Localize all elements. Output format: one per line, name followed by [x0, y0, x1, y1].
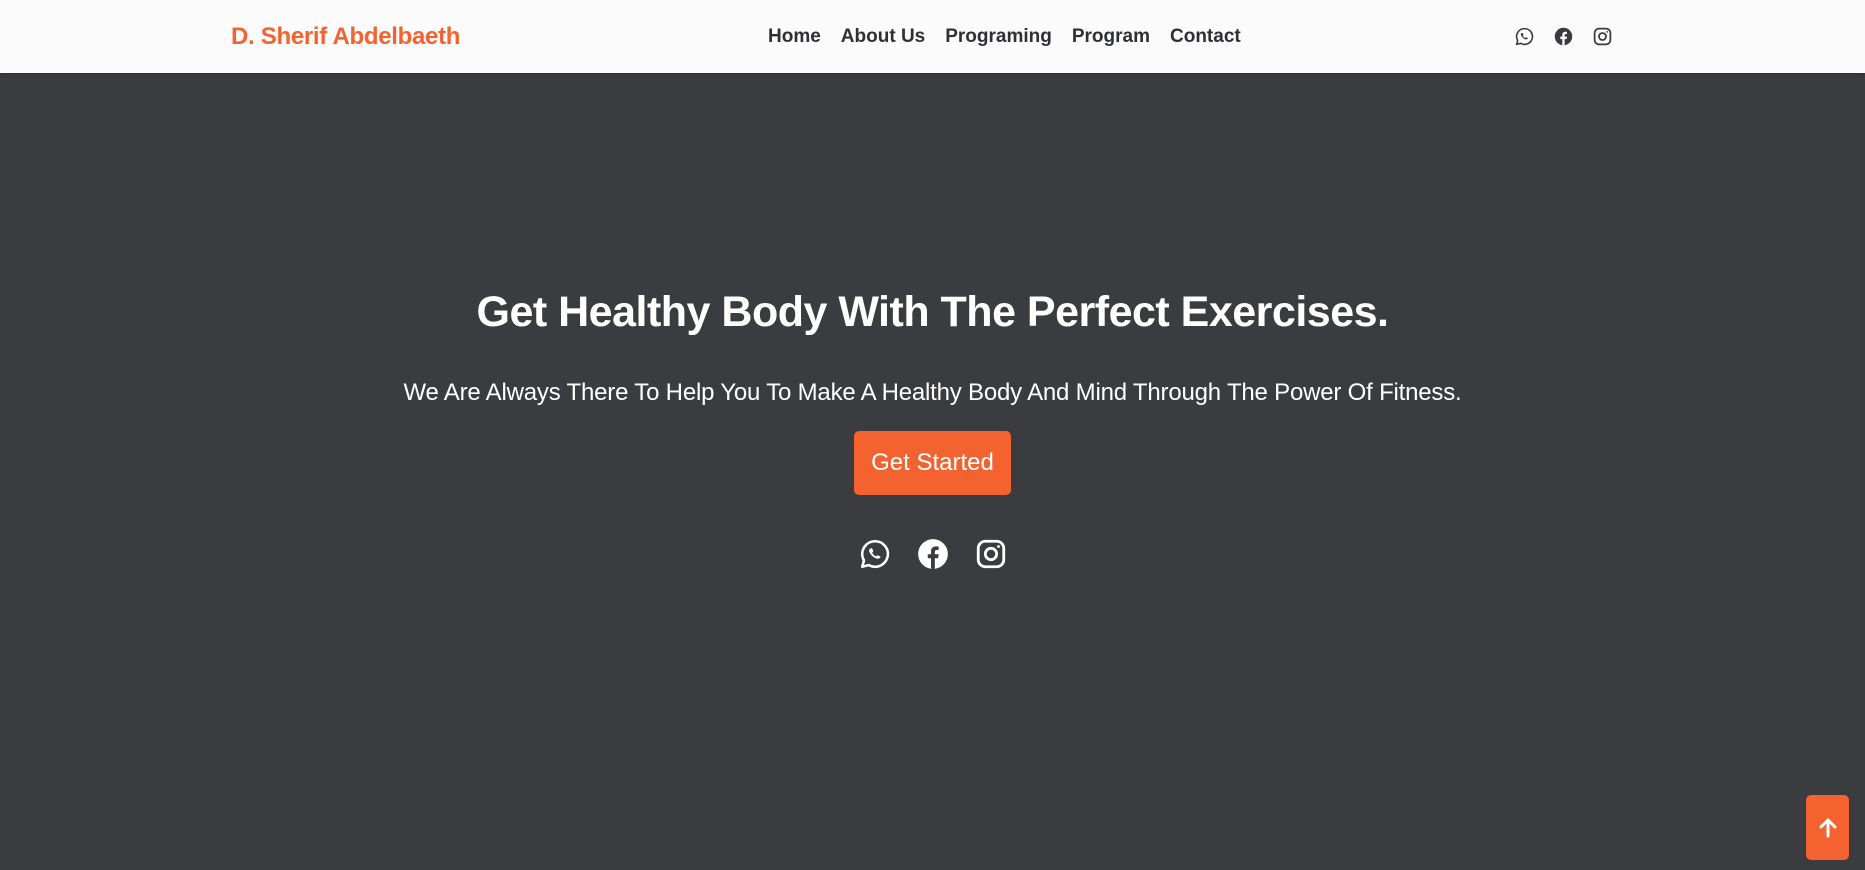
nav-about-us[interactable]: About Us [841, 26, 925, 48]
navbar: D. Sherif Abdelbaeth Home About Us Progr… [0, 0, 1865, 73]
hero-title: Get Healthy Body With The Perfect Exerci… [476, 288, 1389, 336]
whatsapp-icon[interactable] [858, 537, 892, 571]
instagram-icon[interactable] [1592, 26, 1613, 47]
arrow-up-icon [1819, 818, 1836, 837]
nav-programing[interactable]: Programing [945, 26, 1052, 48]
nav-contact[interactable]: Contact [1170, 26, 1241, 48]
main-nav: Home About Us Programing Program Contact [768, 0, 1241, 73]
whatsapp-icon[interactable] [1514, 26, 1535, 47]
nav-program[interactable]: Program [1072, 26, 1150, 48]
brand-logo[interactable]: D. Sherif Abdelbaeth [231, 0, 460, 73]
facebook-icon[interactable] [1553, 26, 1574, 47]
nav-home[interactable]: Home [768, 26, 821, 48]
instagram-icon[interactable] [974, 537, 1008, 571]
hero-social-links [858, 537, 1008, 571]
hero-section: Get Healthy Body With The Perfect Exerci… [0, 73, 1865, 870]
header-social-links [1514, 0, 1613, 73]
facebook-icon[interactable] [916, 537, 950, 571]
scroll-to-top-button[interactable] [1806, 795, 1849, 860]
get-started-button[interactable]: Get Started [854, 431, 1011, 495]
hero-subtitle: We Are Always There To Help You To Make … [403, 379, 1462, 406]
